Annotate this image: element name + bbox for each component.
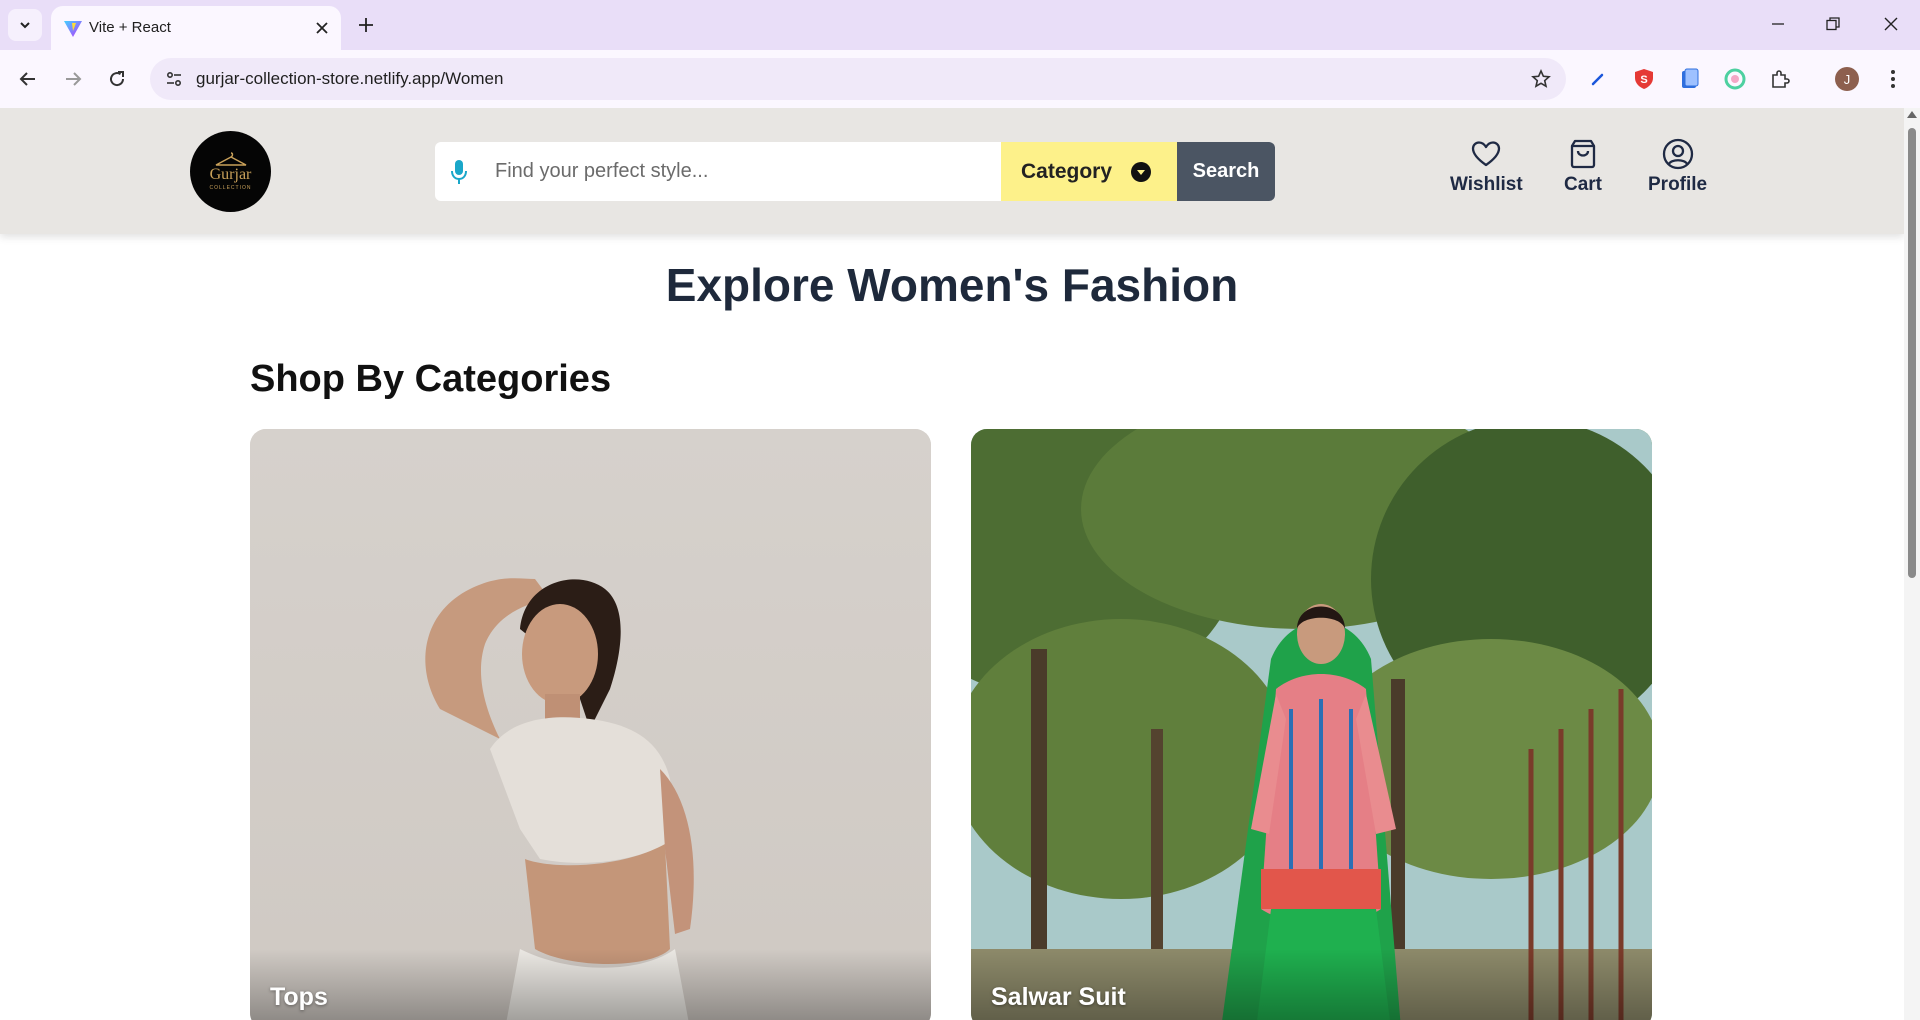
page-title: Explore Women's Fashion <box>665 259 1239 311</box>
profile-avatar[interactable]: J <box>1835 67 1859 91</box>
shield-extension-icon[interactable]: S <box>1630 65 1658 93</box>
chevron-down-icon <box>20 22 30 29</box>
category-label-salwar-suit: Salwar Suit <box>991 983 1126 1011</box>
browser-tab[interactable]: Vite + React <box>51 6 341 50</box>
browser-toolbar: gurjar-collection-store.netlify.app/Wome… <box>0 50 1920 108</box>
heart-icon <box>1472 141 1501 167</box>
reload-icon <box>110 71 125 87</box>
close-tab-icon[interactable] <box>311 17 333 39</box>
category-label-tops: Tops <box>270 983 328 1011</box>
search-button-label: Search <box>1192 160 1260 182</box>
arrow-left-icon <box>19 72 35 86</box>
logo-name: Gurjar <box>209 166 252 183</box>
bookmark-star-icon[interactable] <box>1528 66 1554 92</box>
category-label: Category <box>1021 159 1113 183</box>
vite-logo-icon <box>64 21 82 37</box>
scrollbar-thumb[interactable] <box>1908 128 1916 578</box>
category-card-salwar-suit[interactable]: Salwar Suit <box>971 429 1652 1020</box>
minimize-icon <box>1772 23 1784 25</box>
close-window-button[interactable] <box>1873 10 1909 38</box>
back-button[interactable] <box>12 63 44 95</box>
shopping-bag-icon <box>1570 139 1596 169</box>
tab-search-button[interactable] <box>8 9 42 41</box>
category-dropdown[interactable]: Category <box>1001 142 1177 201</box>
wishlist-button[interactable]: Wishlist <box>1450 138 1523 196</box>
restore-window-button[interactable] <box>1815 10 1851 38</box>
svg-text:S: S <box>1640 74 1647 86</box>
tab-title: Vite + React <box>89 19 171 36</box>
microphone-icon[interactable] <box>449 159 469 185</box>
minimize-window-button[interactable] <box>1760 10 1796 38</box>
section-title: Shop By Categories <box>250 358 612 400</box>
scroll-up-arrow-icon[interactable] <box>1907 111 1917 118</box>
site-info-icon[interactable] <box>162 67 186 91</box>
search-bar: Category Search <box>435 142 1275 201</box>
forward-button[interactable] <box>57 63 89 95</box>
arrow-right-icon <box>66 72 82 86</box>
hanger-icon <box>215 152 246 166</box>
close-icon <box>1884 17 1898 31</box>
clipboard-extension-icon[interactable] <box>1676 65 1704 93</box>
page-scrollbar[interactable] <box>1904 108 1920 1020</box>
url-text[interactable]: gurjar-collection-store.netlify.app/Wome… <box>196 69 503 89</box>
search-input[interactable] <box>495 142 995 201</box>
wishlist-label: Wishlist <box>1450 174 1523 195</box>
cart-button[interactable]: Cart <box>1564 138 1602 196</box>
site-header: Gurjar COLLECTION Category Search Wish <box>0 108 1904 234</box>
card-shade <box>250 949 931 1020</box>
profile-label: Profile <box>1648 174 1708 195</box>
browser-menu-icon[interactable] <box>1880 64 1906 94</box>
store-logo[interactable]: Gurjar COLLECTION <box>190 131 271 212</box>
tops-model-image <box>250 429 931 1020</box>
search-button[interactable]: Search <box>1177 142 1275 201</box>
cart-label: Cart <box>1564 174 1603 195</box>
user-circle-icon <box>1662 138 1693 170</box>
page-viewport: Gurjar COLLECTION Category Search Wish <box>0 108 1904 1020</box>
address-bar[interactable]: gurjar-collection-store.netlify.app/Wome… <box>150 58 1566 100</box>
salwar-suit-model-image <box>971 429 1652 1020</box>
puzzle-extensions-icon[interactable] <box>1767 65 1795 93</box>
pen-extension-icon[interactable] <box>1584 65 1612 93</box>
restore-icon <box>1826 17 1840 31</box>
profile-button[interactable]: Profile <box>1648 138 1707 196</box>
circle-extension-icon[interactable] <box>1721 65 1749 93</box>
plus-icon <box>359 18 373 32</box>
browser-tabstrip: Vite + React <box>0 0 1920 50</box>
new-tab-button[interactable] <box>352 11 380 39</box>
logo-subtitle: COLLECTION <box>209 185 252 191</box>
reload-button[interactable] <box>101 63 133 95</box>
caret-down-icon <box>1131 162 1151 182</box>
profile-initial: J <box>1843 71 1851 87</box>
category-card-tops[interactable]: Tops <box>250 429 931 1020</box>
